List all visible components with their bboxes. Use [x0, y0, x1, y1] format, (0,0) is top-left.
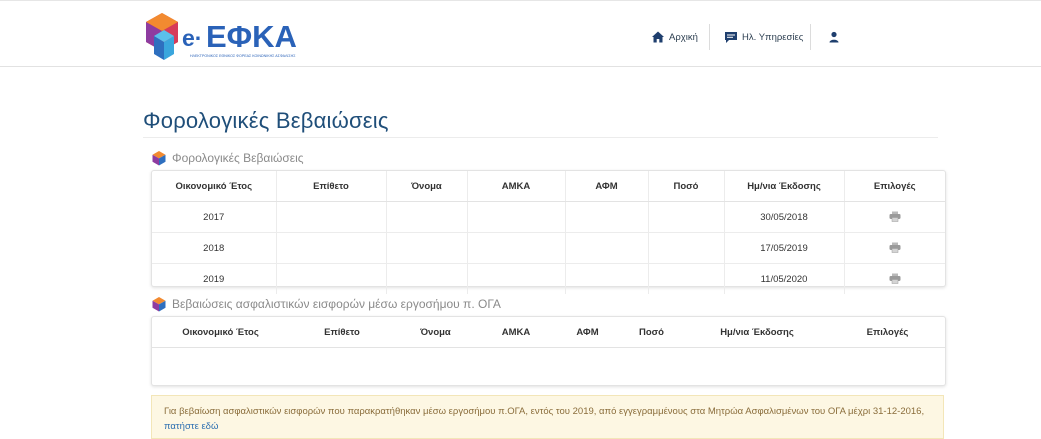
- section-header: Βεβαιώσεις ασφαλιστικών εισφορών μέσω ερ…: [151, 296, 501, 312]
- amount-cell: [648, 232, 725, 264]
- nav-services-link[interactable]: Ηλ. Υπηρεσίες: [724, 26, 803, 48]
- column-header: ΑΜΚΑ: [467, 171, 566, 202]
- column-header: Ημ/νια Έκδοσης: [684, 317, 830, 348]
- table-row: 2019 11/05/2020: [152, 263, 945, 295]
- column-header: ΑΦΜ: [565, 171, 649, 202]
- column-header: ΑΦΜ: [556, 317, 619, 348]
- afm-cell: [565, 263, 649, 294]
- issue-date-cell: 30/05/2018: [724, 201, 845, 233]
- section-title: Βεβαιώσεις ασφαλιστικών εισφορών μέσω ερ…: [172, 297, 501, 311]
- actions-cell: [844, 201, 945, 233]
- column-header: Ποσό: [619, 317, 684, 348]
- column-header: Όνομα: [395, 317, 476, 348]
- year-cell: 2018: [152, 232, 277, 264]
- printer-icon[interactable]: [889, 242, 901, 254]
- issue-date-cell: 17/05/2019: [724, 232, 845, 264]
- column-header: ΑΜΚΑ: [476, 317, 556, 348]
- issue-date-cell: 11/05/2020: [724, 263, 845, 294]
- user-menu-button[interactable]: [827, 26, 845, 48]
- year-cell: 2017: [152, 201, 277, 233]
- notice-text: Για βεβαίωση ασφαλιστικών εισφορών που π…: [164, 406, 925, 417]
- tax-certificates-table: Οικονομικό Έτος Επίθετο Όνομα ΑΜΚΑ ΑΦΜ Π…: [151, 170, 946, 294]
- efka-logo[interactable]: e· ΕΦΚΑ ΗΛΕΚΤΡΟΝΙΚΟΣ ΕΘΝΙΚΟΣ ΦΟΡΕΑΣ ΚΟΙΝ…: [140, 10, 330, 66]
- empty-cell: [152, 348, 945, 387]
- column-header: Όνομα: [386, 171, 468, 202]
- table-row: 2017 30/05/2018: [152, 201, 945, 233]
- cube-icon: [151, 296, 167, 312]
- afm-cell: [565, 201, 649, 233]
- printer-icon[interactable]: [889, 211, 901, 223]
- nav-home-label: Αρχική: [669, 31, 698, 43]
- surname-cell: [276, 201, 387, 233]
- column-header: Ημ/νια Έκδοσης: [724, 171, 845, 202]
- user-icon: [827, 30, 841, 44]
- column-header: Ποσό: [648, 171, 725, 202]
- svg-text:e·: e·: [182, 25, 202, 51]
- column-header: Επίθετο: [276, 171, 387, 202]
- notice-link[interactable]: πατήστε εδώ: [164, 421, 218, 432]
- svg-text:ΗΛΕΚΤΡΟΝΙΚΟΣ ΕΘΝΙΚΟΣ ΦΟΡΕΑΣ ΚΟ: ΗΛΕΚΤΡΟΝΙΚΟΣ ΕΘΝΙΚΟΣ ΦΟΡΕΑΣ ΚΟΙΝΩΝΙΚΗΣ Α…: [190, 54, 296, 58]
- actions-cell: [844, 232, 945, 264]
- title-divider: [143, 137, 938, 138]
- amount-cell: [648, 201, 725, 233]
- column-header: Επιλογές: [844, 171, 945, 202]
- column-header: Επιλογές: [830, 317, 945, 348]
- section-header: Φορολογικές Βεβαιώσεις: [151, 150, 304, 166]
- notice-alert: Για βεβαίωση ασφαλιστικών εισφορών που π…: [151, 395, 944, 439]
- nav-divider: [810, 24, 811, 50]
- table-row-empty: [152, 348, 945, 387]
- table-row: 2018 17/05/2019: [152, 232, 945, 264]
- name-cell: [386, 201, 468, 233]
- column-header: Οικονομικό Έτος: [152, 317, 289, 348]
- section-title: Φορολογικές Βεβαιώσεις: [172, 151, 304, 165]
- amka-cell: [467, 263, 566, 294]
- amka-cell: [467, 201, 566, 233]
- nav-home-link[interactable]: Αρχική: [651, 26, 698, 48]
- top-border: [0, 0, 1041, 1]
- nav-divider: [709, 24, 710, 50]
- table-header-row: Οικονομικό Έτος Επίθετο Όνομα ΑΜΚΑ ΑΦΜ Π…: [152, 317, 945, 348]
- amka-cell: [467, 232, 566, 264]
- name-cell: [386, 263, 468, 294]
- actions-cell: [844, 264, 945, 295]
- name-cell: [386, 232, 468, 264]
- home-icon: [651, 30, 665, 44]
- year-cell: 2019: [152, 263, 277, 294]
- column-header: Οικονομικό Έτος: [152, 171, 277, 202]
- surname-cell: [276, 263, 387, 294]
- cube-icon: [151, 150, 167, 166]
- nav-services-label: Ηλ. Υπηρεσίες: [742, 31, 804, 43]
- column-header: Επίθετο: [289, 317, 395, 348]
- svg-text:ΕΦΚΑ: ΕΦΚΑ: [206, 19, 297, 54]
- site-header: e· ΕΦΚΑ ΗΛΕΚΤΡΟΝΙΚΟΣ ΕΘΝΙΚΟΣ ΦΟΡΕΑΣ ΚΟΙΝ…: [0, 10, 1041, 67]
- table-header-row: Οικονομικό Έτος Επίθετο Όνομα ΑΜΚΑ ΑΦΜ Π…: [152, 171, 945, 202]
- oga-contributions-table: Οικονομικό Έτος Επίθετο Όνομα ΑΜΚΑ ΑΦΜ Π…: [151, 316, 946, 386]
- printer-icon[interactable]: [889, 273, 901, 285]
- amount-cell: [648, 263, 725, 294]
- afm-cell: [565, 232, 649, 264]
- surname-cell: [276, 232, 387, 264]
- chat-icon: [724, 30, 738, 44]
- page-title: Φορολογικές Βεβαιώσεις: [143, 108, 389, 133]
